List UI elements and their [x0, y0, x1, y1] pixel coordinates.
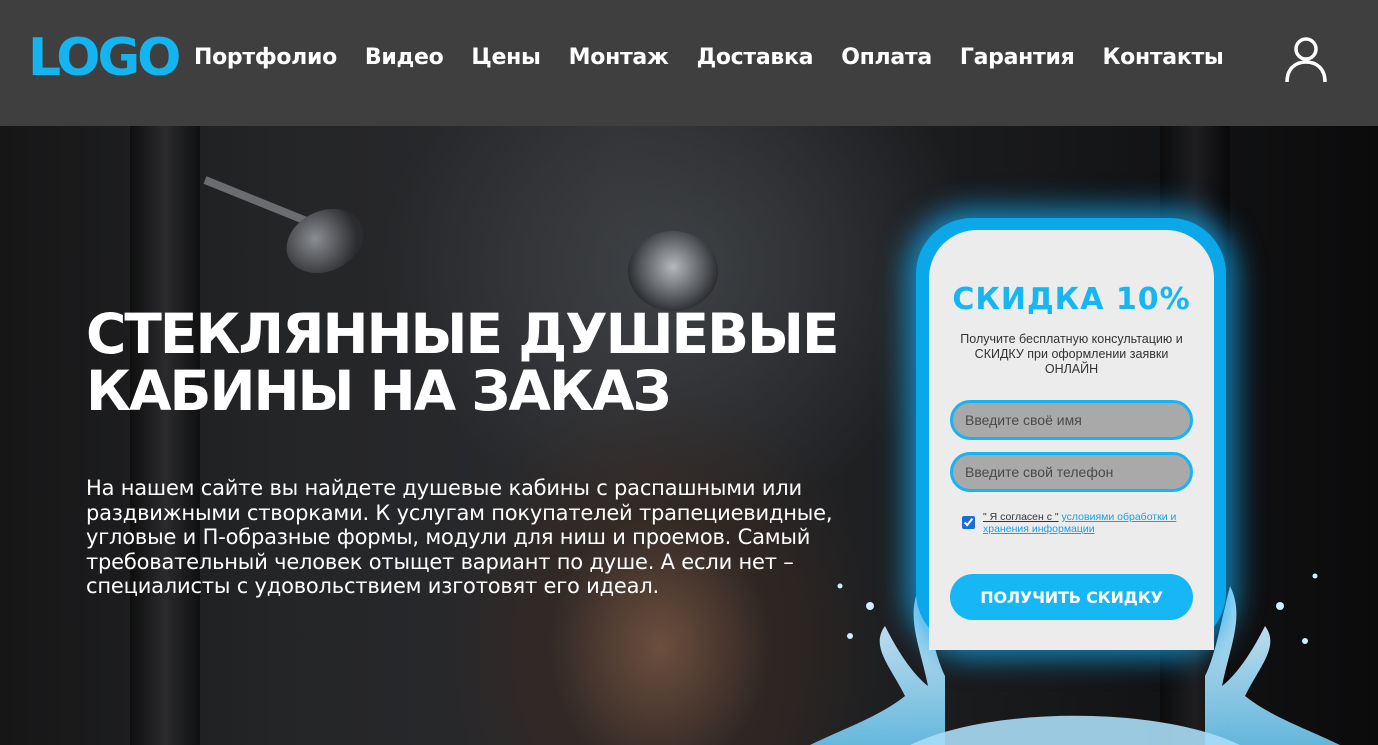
- consent-row: " Я согласен с " условиями обработки и х…: [962, 511, 1192, 535]
- shower-head-center: [628, 231, 718, 311]
- get-discount-button[interactable]: ПОЛУЧИТЬ СКИДКУ: [950, 574, 1193, 620]
- nav-item-contacts[interactable]: Контакты: [1102, 44, 1223, 72]
- nav-item-warranty[interactable]: Гарантия: [960, 44, 1075, 72]
- nav-item-delivery[interactable]: Доставка: [697, 44, 814, 72]
- main-nav: Портфолио Видео Цены Монтаж Доставка Опл…: [194, 44, 1252, 72]
- hero-title: Стеклянные душевые кабины на заказ: [86, 302, 840, 423]
- hero-section: Стеклянные душевые кабины на заказ На на…: [0, 126, 1378, 745]
- nav-item-prices[interactable]: Цены: [471, 44, 541, 72]
- nav-item-portfolio[interactable]: Портфолио: [194, 44, 337, 72]
- site-logo[interactable]: LOGO: [28, 30, 181, 86]
- nav-item-payment[interactable]: Оплата: [841, 44, 932, 72]
- form-title: СКИДКА 10%: [952, 282, 1191, 317]
- background-wall: [130, 126, 200, 745]
- nav-item-installation[interactable]: Монтаж: [569, 44, 669, 72]
- consent-prefix: " Я согласен с ": [983, 511, 1059, 523]
- discount-form-card: СКИДКА 10% Получите бесплатную консульта…: [929, 230, 1214, 650]
- consent-label: " Я согласен с " условиями обработки и х…: [983, 511, 1192, 535]
- user-icon[interactable]: [1284, 36, 1328, 84]
- site-header: LOGO Портфолио Видео Цены Монтаж Доставк…: [0, 0, 1378, 126]
- nav-item-video[interactable]: Видео: [365, 44, 444, 72]
- consent-checkbox[interactable]: [962, 516, 975, 529]
- phone-input[interactable]: [950, 452, 1193, 492]
- form-subtitle: Получите бесплатную консультацию и СКИДК…: [960, 332, 1183, 376]
- hero-description: На нашем сайте вы найдете душевые кабины…: [86, 476, 833, 598]
- name-input[interactable]: [950, 400, 1193, 440]
